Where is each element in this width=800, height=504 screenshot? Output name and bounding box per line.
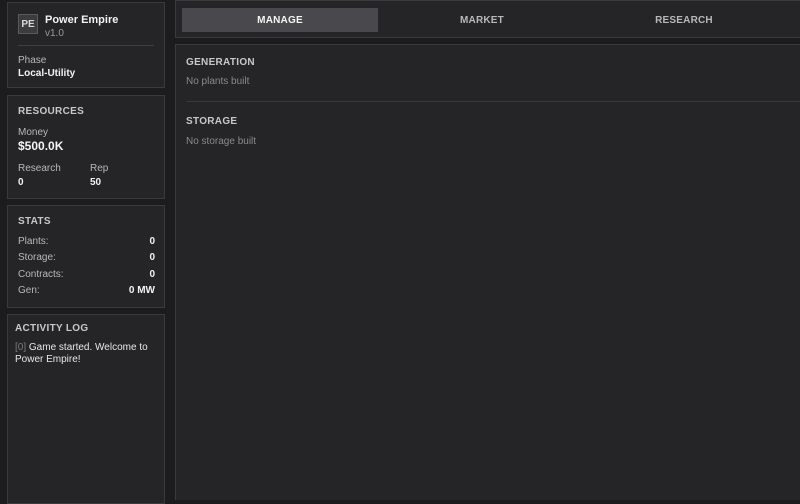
storage-heading: STORAGE [186, 116, 238, 127]
stat-row-plants: Plants: 0 [18, 236, 155, 247]
money-label: Money [18, 127, 49, 138]
stat-value: 0 [149, 236, 155, 247]
stat-label: Storage: [18, 252, 56, 263]
phase-label: Phase [18, 55, 47, 66]
stat-row-storage: Storage: 0 [18, 252, 155, 263]
money-value: $500.0K [18, 139, 64, 153]
stat-label: Plants: [18, 236, 49, 247]
sidebar: PE Power Empire v1.0 Phase Local-Utility… [0, 0, 170, 504]
research-value: 0 [18, 177, 24, 188]
app-title: Power Empire [45, 14, 119, 26]
stat-label: Gen: [18, 285, 40, 296]
stats-heading: STATS [18, 216, 51, 227]
divider [18, 45, 154, 46]
generation-empty-text: No plants built [186, 76, 250, 87]
stats-panel: STATS Plants: 0 Storage: 0 Contracts: 0 … [7, 205, 165, 308]
stat-value: 0 MW [128, 285, 155, 296]
tab-bar: MANAGE MARKET RESEARCH [175, 0, 800, 38]
tab-market[interactable]: MARKET [384, 8, 580, 32]
activity-log-heading: ACTIVITY LOG [15, 323, 89, 334]
stat-row-contracts: Contracts: 0 [18, 269, 155, 280]
stat-value: 0 [149, 252, 155, 263]
log-entry: [0] Game started. Welcome to Power Empir… [15, 342, 160, 366]
tab-research[interactable]: RESEARCH [586, 8, 782, 32]
app-version: v1.0 [45, 28, 64, 39]
activity-log-panel[interactable]: ACTIVITY LOG [0] Game started. Welcome t… [7, 314, 165, 504]
log-timestamp: [0] [15, 342, 27, 353]
resources-heading: RESOURCES [18, 106, 85, 117]
log-message: Game started. Welcome to Power Empire! [15, 342, 148, 365]
stat-label: Contracts: [18, 269, 64, 280]
storage-empty-text: No storage built [186, 136, 257, 147]
app-logo: PE [18, 14, 38, 34]
generation-heading: GENERATION [186, 57, 255, 68]
rep-value: 50 [90, 177, 102, 188]
manage-content: GENERATION No plants built STORAGE No st… [175, 44, 800, 500]
phase-value: Local-Utility [18, 68, 76, 79]
rep-stat: Rep 50 [90, 163, 108, 188]
rep-label: Rep [90, 163, 109, 174]
research-label: Research [18, 163, 61, 174]
resources-panel: RESOURCES Money $500.0K Research 0 Rep 5… [7, 95, 165, 199]
stat-value: 0 [149, 269, 155, 280]
brand-panel: PE Power Empire v1.0 Phase Local-Utility [7, 2, 165, 88]
stat-row-gen: Gen: 0 MW [18, 285, 155, 296]
research-stat: Research 0 [18, 163, 61, 188]
section-divider [186, 101, 800, 102]
tab-manage[interactable]: MANAGE [182, 8, 378, 32]
